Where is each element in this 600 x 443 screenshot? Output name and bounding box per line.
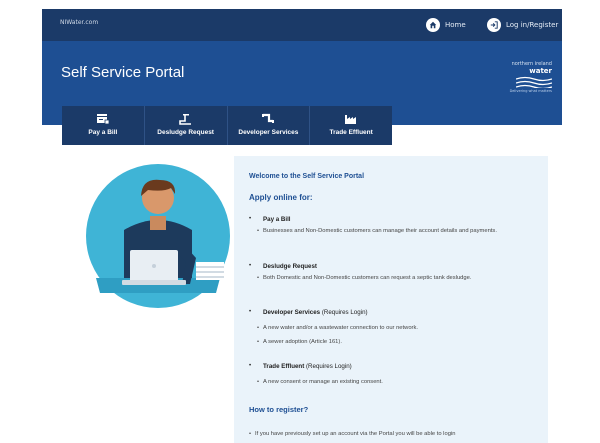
tap-icon — [178, 112, 193, 125]
login-register-link[interactable]: Log in/Register — [487, 15, 558, 35]
item-name: Desludge Request — [263, 263, 317, 270]
tab-label: Trade Effluent — [329, 129, 373, 136]
tab-desludge-request[interactable]: Desludge Request — [145, 106, 228, 145]
welcome-heading: Welcome to the Self Service Portal — [249, 173, 365, 180]
tab-trade-effluent[interactable]: Trade Effluent — [310, 106, 392, 145]
login-label: Log in/Register — [506, 21, 559, 29]
pipe-icon — [261, 112, 275, 125]
home-link[interactable]: Home — [426, 15, 466, 35]
sub-item: • A new water and/or a wastewater connect… — [257, 325, 418, 331]
sub-item: • Both Domestic and Non-Domestic customer… — [257, 275, 472, 281]
tab-pay-a-bill[interactable]: Pay a Bill — [62, 106, 145, 145]
register-item: • If you have previously set up an accoun… — [249, 431, 456, 437]
apply-heading: Apply online for: — [249, 193, 313, 202]
item-name: Trade Effluent (Requires Login) — [263, 363, 352, 370]
niwater-logo[interactable]: northern ireland water Delivering what m… — [510, 61, 552, 101]
register-heading: How to register? — [249, 405, 309, 414]
factory-icon — [344, 112, 358, 125]
welcome-panel: Welcome to the Self Service Portal Apply… — [234, 156, 548, 443]
site-name-link[interactable]: NIWater.com — [60, 19, 98, 26]
item-name: Developer Services (Requires Login) — [263, 309, 368, 316]
wave-icon — [516, 76, 552, 88]
service-tabs: Pay a Bill Desludge Request Developer Se… — [62, 106, 392, 145]
tab-label: Pay a Bill — [88, 129, 118, 136]
top-bar: NIWater.com Home Log in/Register — [42, 9, 562, 41]
home-label: Home — [445, 21, 466, 29]
page-title: Self Service Portal — [61, 64, 185, 81]
home-icon — [426, 18, 440, 32]
sub-item: • Businesses and Non-Domestic customers c… — [257, 228, 497, 234]
sub-item: • A sewer adoption (Article 161). — [257, 339, 342, 345]
person-at-laptop-illustration — [78, 158, 238, 318]
item-name: Pay a Bill — [263, 216, 291, 223]
sub-item: • A new consent or manage an existing con… — [257, 379, 383, 385]
tab-label: Developer Services — [238, 129, 299, 136]
bill-icon — [96, 112, 110, 125]
tab-developer-services[interactable]: Developer Services — [228, 106, 311, 145]
login-icon — [487, 18, 501, 32]
tab-label: Desludge Request — [157, 129, 214, 136]
